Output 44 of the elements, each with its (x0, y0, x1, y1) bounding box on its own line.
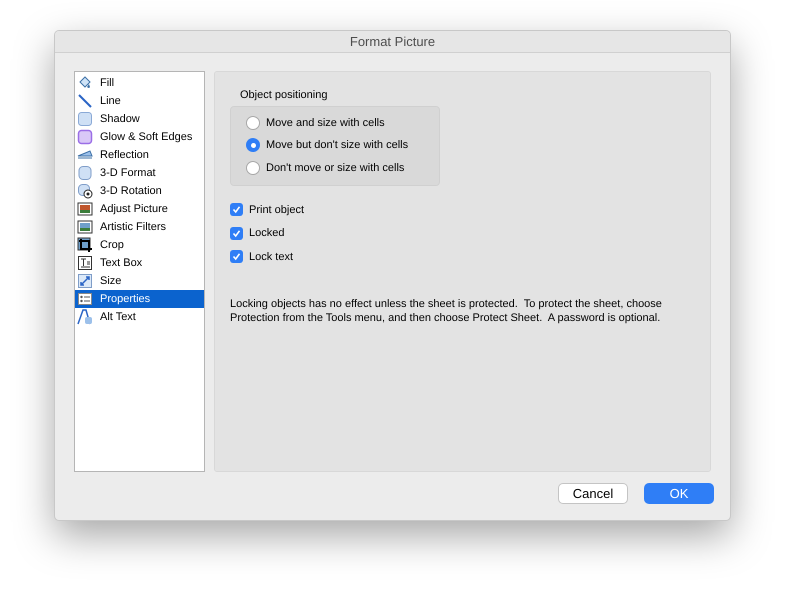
sidebar-item[interactable]: Line (75, 92, 204, 110)
paint-bucket-icon (77, 75, 93, 91)
cancel-button[interactable]: Cancel (558, 483, 628, 504)
sidebar-item[interactable]: Glow & Soft Edges (75, 128, 204, 146)
info-text: Locking objects has no effect unless the sheet is protected. To protect the sheet, choose Protection from the Tools menu, and then choose Protect Sheet. A password is optional. (230, 297, 663, 325)
crop-icon (77, 237, 93, 253)
radio-button[interactable] (246, 160, 260, 175)
sidebar-item[interactable]: Text Box (75, 254, 204, 272)
sidebar-item[interactable]: 3-D Format (75, 164, 204, 182)
sidebar-item[interactable]: Size (75, 272, 204, 290)
alt-text-icon (77, 309, 93, 325)
picture-frame-icon (77, 201, 93, 217)
checkbox[interactable] (230, 250, 243, 264)
properties-icon (77, 291, 93, 307)
rotation-icon (77, 183, 93, 199)
sidebar-item[interactable]: Reflection (75, 146, 204, 164)
radio-label: Don't move or size with cells (266, 160, 404, 176)
window-title: Format Picture (350, 32, 436, 51)
ok-button[interactable]: OK (644, 483, 714, 504)
sidebar-item[interactable]: Adjust Picture (75, 200, 204, 218)
checkbox-label: Lock text (249, 250, 294, 264)
group-title: Object positioning (240, 88, 328, 103)
square-icon (77, 111, 93, 127)
cube-icon (77, 165, 93, 181)
checkbox[interactable] (230, 226, 243, 240)
checkbox[interactable] (230, 203, 243, 216)
sidebar-item[interactable]: Artistic Filters (75, 218, 204, 236)
resize-icon (77, 273, 93, 289)
line-icon (77, 93, 93, 109)
radio-label: Move and size with cells (266, 116, 385, 130)
checkbox-label: Print object (249, 202, 304, 218)
radio-button[interactable] (246, 116, 260, 130)
sidebar-item[interactable]: Alt Text (75, 308, 204, 326)
radio-label: Move but don't size with cells (266, 138, 408, 153)
sidebar-item[interactable]: Properties (75, 290, 204, 308)
landscape-icon (77, 219, 93, 235)
sidebar-item[interactable]: Fill (75, 74, 204, 92)
sidebar-item[interactable]: Shadow (75, 110, 204, 128)
radio-button[interactable] (246, 138, 260, 152)
sidebar-item[interactable]: Crop (75, 236, 204, 254)
checkbox-label: Locked (249, 226, 284, 241)
text-box-icon (77, 255, 93, 271)
glow-square-icon (77, 129, 93, 145)
sidebar-item[interactable]: 3-D Rotation (75, 182, 204, 200)
